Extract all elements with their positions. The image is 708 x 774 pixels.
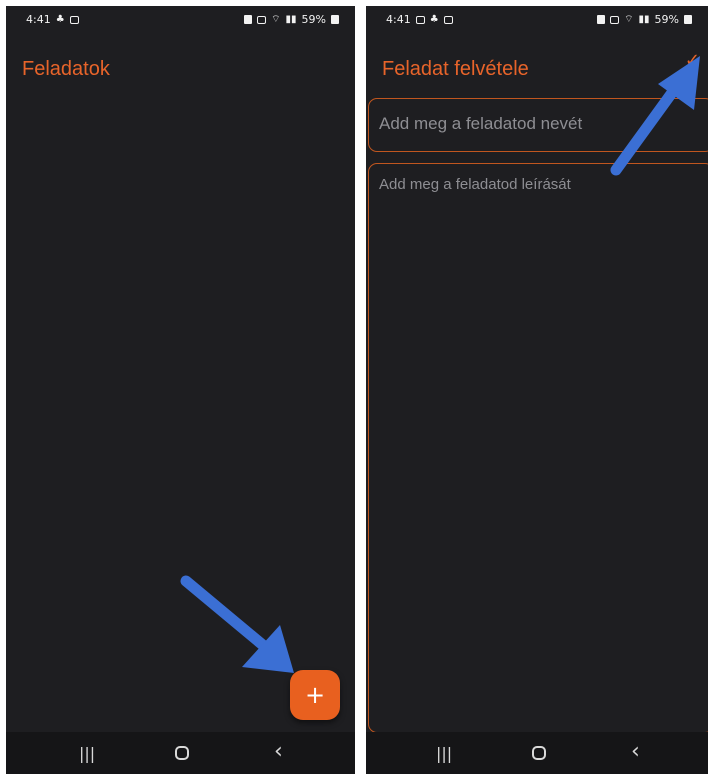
signal-icon: ▮▮	[285, 13, 297, 25]
lock-icon	[244, 15, 253, 24]
add-task-screen: 4:41 ♣ ⌔ ▮▮ 59% Feladat felvétele ✓ Add …	[366, 6, 708, 774]
task-description-input[interactable]: Add meg a feladatod leírását	[368, 163, 708, 733]
task-name-input[interactable]: Add meg a feladatod nevét	[368, 98, 708, 152]
status-time: 4:41	[386, 13, 411, 26]
page-title: Feladatok	[22, 58, 110, 80]
status-time: 4:41	[26, 13, 51, 26]
system-nav-bar: ||| ‹	[366, 732, 708, 774]
home-button[interactable]	[532, 746, 546, 760]
recents-button[interactable]: |||	[79, 744, 95, 763]
notification-icon: ♣	[55, 13, 65, 25]
alarm-icon	[610, 15, 620, 24]
confirm-check-icon[interactable]: ✓	[685, 50, 700, 71]
status-bar: 4:41 ♣ ⌔ ▮▮ 59%	[366, 6, 708, 32]
system-nav-bar: ||| ‹	[6, 732, 355, 774]
battery-percent: 59%	[301, 13, 326, 26]
page-title: Feladat felvétele	[382, 58, 529, 80]
notification-box-icon	[69, 15, 79, 24]
gallery-icon	[415, 15, 425, 24]
status-bar: 4:41 ♣ ⌔ ▮▮ 59%	[6, 6, 355, 32]
alarm-icon	[257, 15, 267, 24]
annotation-arrow-down-right	[180, 575, 294, 673]
lock-icon	[597, 15, 606, 24]
battery-icon	[684, 15, 692, 24]
back-button[interactable]: ‹	[274, 739, 283, 764]
add-task-button[interactable]: +	[290, 670, 340, 720]
battery-icon	[331, 15, 339, 24]
task-description-placeholder: Add meg a feladatod leírását	[379, 176, 571, 193]
wifi-icon: ⌔	[271, 13, 281, 25]
signal-icon: ▮▮	[638, 13, 650, 25]
recents-button[interactable]: |||	[436, 744, 452, 763]
home-button[interactable]	[175, 746, 189, 760]
back-button[interactable]: ‹	[631, 739, 640, 764]
notification-icon: ♣	[429, 13, 439, 25]
notification-box-icon	[443, 15, 453, 24]
battery-percent: 59%	[654, 13, 679, 26]
task-name-placeholder: Add meg a feladatod nevét	[379, 114, 583, 133]
wifi-icon: ⌔	[624, 13, 634, 25]
task-list-screen: 4:41 ♣ ⌔ ▮▮ 59% Feladatok + ||| ‹	[6, 6, 355, 774]
